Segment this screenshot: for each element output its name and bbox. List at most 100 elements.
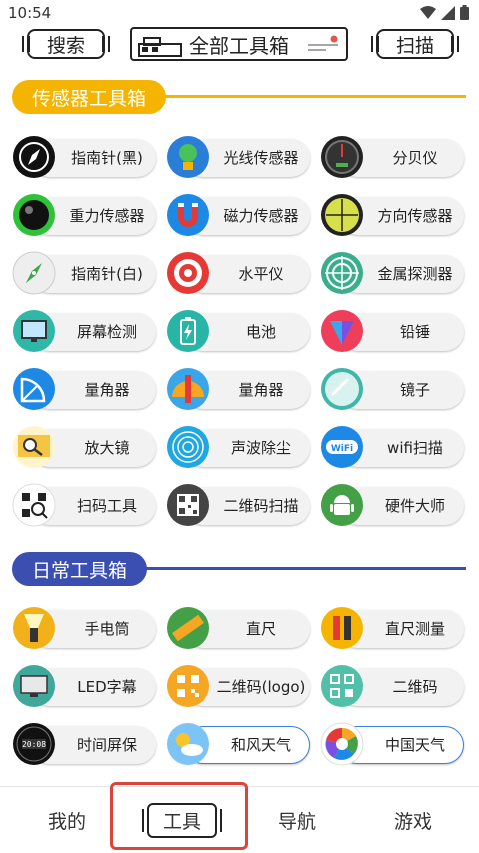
tool-compass-white[interactable]: 指南针(白)	[12, 251, 156, 295]
svg-text:WiFi: WiFi	[331, 444, 353, 454]
tool-direction-sensor[interactable]: 方向传感器	[320, 193, 464, 237]
tool-metal-detector[interactable]: 金属探测器	[320, 251, 464, 295]
mirror-icon	[321, 368, 363, 410]
title-slider-decoration-icon	[308, 35, 338, 51]
light-sensor-icon	[167, 136, 209, 178]
page-title: 全部工具箱	[189, 33, 289, 58]
tool-label: 铅锤	[399, 323, 430, 341]
tool-plumb[interactable]: 铅锤	[320, 309, 464, 353]
tool-protractor[interactable]: 量角器	[12, 367, 156, 411]
tab-mine-label: 我的	[47, 810, 86, 833]
tool-level[interactable]: 水平仪	[166, 251, 310, 295]
qr-logo-icon	[167, 665, 209, 707]
tool-ruler-measure[interactable]: 直尺测量	[320, 606, 464, 650]
tab-games-label: 游戏	[393, 810, 432, 833]
sensor-section-label: 传感器工具箱	[32, 87, 147, 110]
tool-compass-black[interactable]: 指南针(黑)	[12, 135, 156, 179]
magnet-icon	[167, 194, 209, 236]
active-tab-highlight	[110, 782, 248, 850]
tool-label: 二维码(logo)	[216, 678, 306, 696]
tab-mine[interactable]: 我的	[8, 787, 126, 853]
scan-button[interactable]: 扫描	[371, 29, 459, 59]
screen-test-icon	[13, 310, 55, 352]
tool-qr-code[interactable]: 二维码	[320, 664, 464, 708]
tool-label: 量角器	[238, 381, 284, 399]
tool-label: 手电筒	[84, 620, 130, 638]
tool-label: 中国天气	[384, 736, 445, 754]
level-bubble-icon	[321, 194, 363, 236]
tool-china-weather[interactable]: 中国天气	[320, 722, 464, 766]
sensor-section-title: 传感器工具箱	[12, 80, 167, 114]
tool-qr-scan[interactable]: 二维码扫描	[166, 483, 310, 527]
tool-led-subtitle[interactable]: LED字幕	[12, 664, 156, 708]
sensor-section-header: 传感器工具箱	[12, 80, 167, 114]
tool-label: 硬件大师	[384, 497, 445, 515]
protractor-ruler-icon	[167, 368, 209, 410]
tool-label: 指南针(白)	[71, 265, 143, 283]
cell-signal-icon	[441, 5, 455, 20]
target-level-icon	[167, 252, 209, 294]
tool-time-screensaver[interactable]: 20:08 时间屏保	[12, 722, 156, 766]
tool-protractor-ruler[interactable]: 量角器	[166, 367, 310, 411]
tool-label: 指南针(黑)	[71, 149, 143, 167]
tool-label: 声波除尘	[230, 439, 291, 457]
tab-navigation-label: 导航	[277, 810, 316, 833]
decibel-meter-icon	[321, 136, 363, 178]
daily-section-line	[140, 567, 466, 570]
tool-label: 时间屏保	[76, 736, 137, 754]
tool-qr-logo[interactable]: 二维码(logo)	[166, 664, 310, 708]
search-button[interactable]: 搜索	[22, 29, 110, 59]
tool-battery[interactable]: 电池	[166, 309, 310, 353]
wifi-icon: WiFi	[321, 426, 363, 468]
tool-label: 扫码工具	[76, 497, 137, 515]
metal-detector-icon	[321, 252, 363, 294]
daily-section-title: 日常工具箱	[12, 552, 148, 586]
daily-section-label: 日常工具箱	[32, 559, 128, 582]
status-time: 10:54	[8, 4, 52, 22]
tab-games[interactable]: 游戏	[354, 787, 472, 853]
tool-label: 直尺测量	[384, 620, 445, 638]
top-bar: 搜索 全部工具箱 扫描	[0, 27, 479, 63]
tool-label: 水平仪	[238, 265, 284, 283]
tool-label: LED字幕	[77, 678, 137, 696]
tool-light-sensor[interactable]: 光线传感器	[166, 135, 310, 179]
tool-scan-code[interactable]: 扫码工具	[12, 483, 156, 527]
tool-decibel-meter[interactable]: 分贝仪	[320, 135, 464, 179]
tool-gravity-sensor[interactable]: 重力传感器	[12, 193, 156, 237]
tool-label: 直尺	[245, 620, 276, 638]
tab-navigation[interactable]: 导航	[238, 787, 356, 853]
status-icons	[420, 5, 469, 20]
ruler-icon	[167, 607, 209, 649]
tool-label: 磁力传感器	[223, 207, 299, 225]
sensor-section-line	[150, 95, 466, 98]
svg-text:20:08: 20:08	[22, 740, 46, 749]
tool-label: 二维码扫描	[223, 497, 299, 515]
tool-wifi-scan[interactable]: WiFi wifi扫描	[320, 425, 464, 469]
protractor-icon	[13, 368, 55, 410]
battery-status-icon	[460, 5, 469, 20]
tool-label: 二维码	[392, 678, 438, 696]
tool-magnet-sensor[interactable]: 磁力传感器	[166, 193, 310, 237]
bottom-nav: 我的 工具 导航 游戏	[0, 782, 479, 853]
tool-hefeng-weather[interactable]: 和风天气	[166, 722, 310, 766]
tool-hardware-master[interactable]: 硬件大师	[320, 483, 464, 527]
tool-magnifier[interactable]: 放大镜	[12, 425, 156, 469]
weather-sun-icon	[167, 723, 209, 765]
page-title-box: 全部工具箱	[130, 27, 348, 61]
wifi-signal-icon	[420, 5, 436, 19]
qr-code-icon	[321, 665, 363, 707]
search-button-label: 搜索	[46, 34, 85, 57]
tool-label: 分贝仪	[392, 149, 438, 167]
tool-sound-dust[interactable]: 声波除尘	[166, 425, 310, 469]
tool-ruler[interactable]: 直尺	[166, 606, 310, 650]
tool-label: 方向传感器	[377, 207, 453, 225]
compass-white-icon	[12, 251, 56, 295]
tool-mirror[interactable]: 镜子	[320, 367, 464, 411]
battery-icon	[167, 310, 209, 352]
tool-label: 屏幕检测	[76, 323, 137, 341]
android-icon	[321, 484, 363, 526]
led-monitor-icon	[13, 665, 55, 707]
tool-screen-test[interactable]: 屏幕检测	[12, 309, 156, 353]
status-bar: 10:54	[0, 0, 479, 26]
tool-flashlight[interactable]: 手电筒	[12, 606, 156, 650]
